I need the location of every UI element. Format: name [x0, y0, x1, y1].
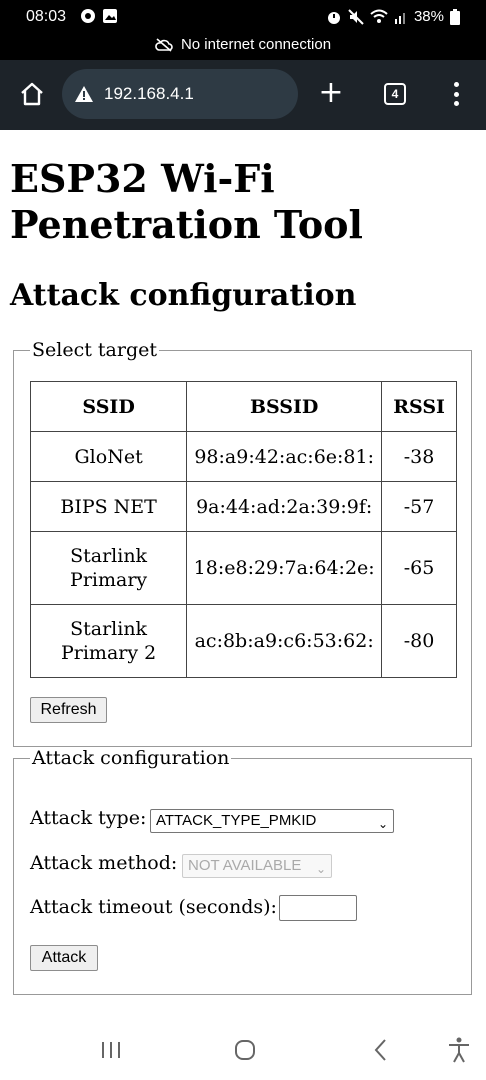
table-row[interactable]: GloNet 98:a9:42:ac:6e:81: -38 — [29, 431, 457, 482]
column-header-bssid: BSSID — [186, 381, 383, 432]
cell-bssid: 98:a9:42:ac:6e:81: — [186, 431, 383, 482]
table-row[interactable]: Starlink Primary 2 ac:8b:a9:c6:53:62: -8… — [29, 604, 457, 678]
tab-switcher-button[interactable]: 4 — [384, 83, 406, 105]
battery-percent: 38% — [413, 8, 444, 25]
battery-icon — [450, 8, 460, 25]
attack-type-select[interactable]: ATTACK_TYPE_PMKID ⌄ — [150, 809, 394, 833]
accessibility-icon[interactable] — [444, 1036, 474, 1064]
new-tab-button[interactable]: + — [316, 76, 346, 110]
cell-bssid: 9a:44:ad:2a:39:9f: — [186, 481, 383, 532]
column-header-ssid: SSID — [29, 381, 188, 432]
target-table: SSID BSSID RSSI GloNet 98:a9:42:ac:6e:81… — [29, 381, 457, 678]
attack-config-legend: Attack configuration — [32, 747, 230, 769]
table-header-row: SSID BSSID RSSI — [29, 381, 457, 432]
signal-icon — [394, 12, 405, 24]
chevron-down-icon: ⌄ — [377, 817, 388, 831]
url-text: 192.168.4.1 — [104, 84, 194, 103]
address-bar[interactable]: 192.168.4.1 — [62, 69, 298, 119]
wifi-icon — [370, 9, 388, 23]
status-bar: 08:03 38% No internet connection — [0, 0, 486, 60]
select-target-fieldset: Select target SSID BSSID RSSI GloNet 98:… — [13, 339, 472, 747]
section-title: Attack configuration — [10, 278, 357, 313]
table-row[interactable]: Starlink Primary 18:e8:29:7a:64:2e: -65 — [29, 531, 457, 605]
cell-bssid: 18:e8:29:7a:64:2e: — [186, 531, 383, 605]
cell-ssid: GloNet — [29, 431, 188, 482]
attack-method-label: Attack method: — [30, 852, 178, 874]
attack-timeout-label: Attack timeout (seconds): — [30, 896, 277, 918]
mute-icon — [348, 8, 364, 25]
attack-type-value: ATTACK_TYPE_PMKID — [156, 812, 317, 829]
attack-method-select[interactable]: NOT AVAILABLE ⌄ — [182, 854, 332, 878]
cell-rssi: -57 — [381, 481, 457, 532]
attack-type-label: Attack type: — [30, 807, 147, 829]
system-nav-bar — [0, 1020, 486, 1080]
chevron-down-icon: ⌄ — [315, 862, 326, 876]
no-internet-notice: No internet connection — [0, 36, 486, 53]
attack-button[interactable]: Attack — [30, 945, 98, 971]
recent-apps-icon[interactable] — [96, 1036, 126, 1064]
no-internet-text: No internet connection — [180, 36, 332, 53]
table-row[interactable]: BIPS NET 9a:44:ad:2a:39:9f: -57 — [29, 481, 457, 532]
cell-bssid: ac:8b:a9:c6:53:62: — [186, 604, 383, 678]
image-icon — [103, 9, 117, 23]
attack-config-fieldset: Attack configuration Attack type: ATTACK… — [13, 747, 472, 995]
cell-rssi: -80 — [381, 604, 457, 678]
column-header-rssi: RSSI — [381, 381, 457, 432]
warning-icon — [75, 86, 93, 102]
browser-toolbar: 192.168.4.1 + 4 — [0, 60, 486, 130]
cell-ssid: Starlink Primary — [29, 531, 188, 605]
cloud-off-icon — [155, 37, 173, 52]
select-target-legend: Select target — [32, 339, 157, 361]
status-left-icons — [80, 8, 118, 24]
attack-method-value: NOT AVAILABLE — [188, 857, 302, 874]
cell-rssi: -38 — [381, 431, 457, 482]
sync-icon — [81, 9, 95, 23]
cell-ssid: Starlink Primary 2 — [29, 604, 188, 678]
home-nav-icon[interactable] — [230, 1036, 260, 1064]
cell-rssi: -65 — [381, 531, 457, 605]
alarm-icon — [327, 11, 340, 24]
status-time: 08:03 — [26, 8, 67, 25]
more-menu-icon[interactable] — [448, 80, 464, 108]
back-icon[interactable] — [366, 1036, 396, 1064]
attack-timeout-input[interactable] — [279, 895, 357, 921]
home-icon[interactable] — [18, 80, 46, 108]
refresh-button[interactable]: Refresh — [30, 697, 107, 723]
cell-ssid: BIPS NET — [29, 481, 188, 532]
status-right: 38% — [326, 8, 460, 25]
page-title: ESP32 Wi-Fi Penetration Tool — [10, 156, 363, 247]
